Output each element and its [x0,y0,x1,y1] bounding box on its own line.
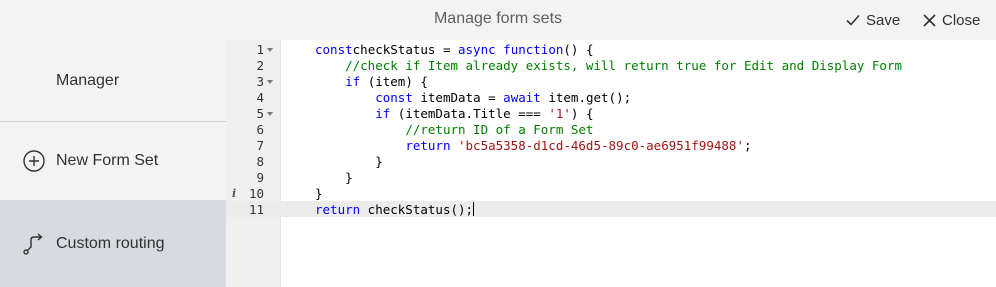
code-lines[interactable]: 1 constcheckStatus = async function() {2 … [226,42,996,218]
code-line[interactable]: 2 //check if Item already exists, will r… [226,58,996,74]
sidebar: Manager New Form Set Custom routing [0,40,226,287]
code-text: return checkStatus(); [315,202,475,217]
line-number: 5 [256,106,264,121]
code-line[interactable]: 1 constcheckStatus = async function() { [226,42,996,58]
code-line[interactable]: 8 } [226,154,996,170]
sidebar-item-manager[interactable]: Manager [0,40,226,121]
close-label: Close [942,11,981,29]
code-line[interactable]: 6 //return ID of a Form Set [226,122,996,138]
code-text: if (itemData.Title === '1') { [375,106,594,121]
code-line[interactable]: 7 return 'bc5a5358-d1cd-46d5-89c0-ae6951… [226,138,996,154]
sidebar-item-custom-routing[interactable]: Custom routing [0,200,226,287]
code-text: } [315,154,383,169]
line-number: 4 [256,90,264,105]
line-number: 3 [256,74,264,89]
line-number: 9 [256,170,264,185]
code-text: const itemData = await item.get(); [375,90,632,105]
code-text: constcheckStatus = async function() { [315,42,594,57]
fold-toggle-icon[interactable] [267,112,273,116]
code-line[interactable]: 4 const itemData = await item.get(); [226,90,996,106]
routing-icon [22,232,46,256]
code-line[interactable]: 3 if (item) { [226,74,996,90]
save-button[interactable]: Save [846,10,900,30]
save-label: Save [866,11,901,29]
code-text: return 'bc5a5358-d1cd-46d5-89c0-ae6951f9… [405,138,752,153]
line-number: 8 [256,154,264,169]
code-line[interactable]: 5 if (itemData.Title === '1') { [226,106,996,122]
text-cursor [473,202,475,216]
line-number: 10 [248,186,264,201]
code-editor[interactable]: 1 constcheckStatus = async function() {2 … [226,40,996,287]
line-number: 2 [256,58,264,73]
code-line[interactable]: 11 return checkStatus(); [226,202,996,218]
code-text: //return ID of a Form Set [405,122,594,137]
fold-toggle-icon[interactable] [267,80,273,84]
code-line[interactable]: 9 } [226,170,996,186]
code-text: } [315,170,353,185]
code-text: //check if Item already exists, will ret… [345,58,903,73]
line-number: 7 [256,138,264,153]
plus-circle-icon [22,149,46,173]
panel-header: Manage form sets Save Close [0,0,996,40]
checkmark-icon [846,14,860,26]
code-text: if (item) { [345,74,428,89]
line-number: 1 [256,42,264,57]
close-icon [923,13,936,27]
sidebar-item-label: Manager [56,71,120,89]
code-text: } [315,186,323,201]
sidebar-item-new-form-set[interactable]: New Form Set [0,122,226,200]
close-button[interactable]: Close [923,10,980,30]
line-number: 6 [256,122,264,137]
fold-toggle-icon[interactable] [267,48,273,52]
line-number: 11 [248,202,264,217]
code-line[interactable]: i 10} [226,186,996,202]
sidebar-item-label: Custom routing [56,234,165,252]
sidebar-item-label: New Form Set [56,152,159,169]
